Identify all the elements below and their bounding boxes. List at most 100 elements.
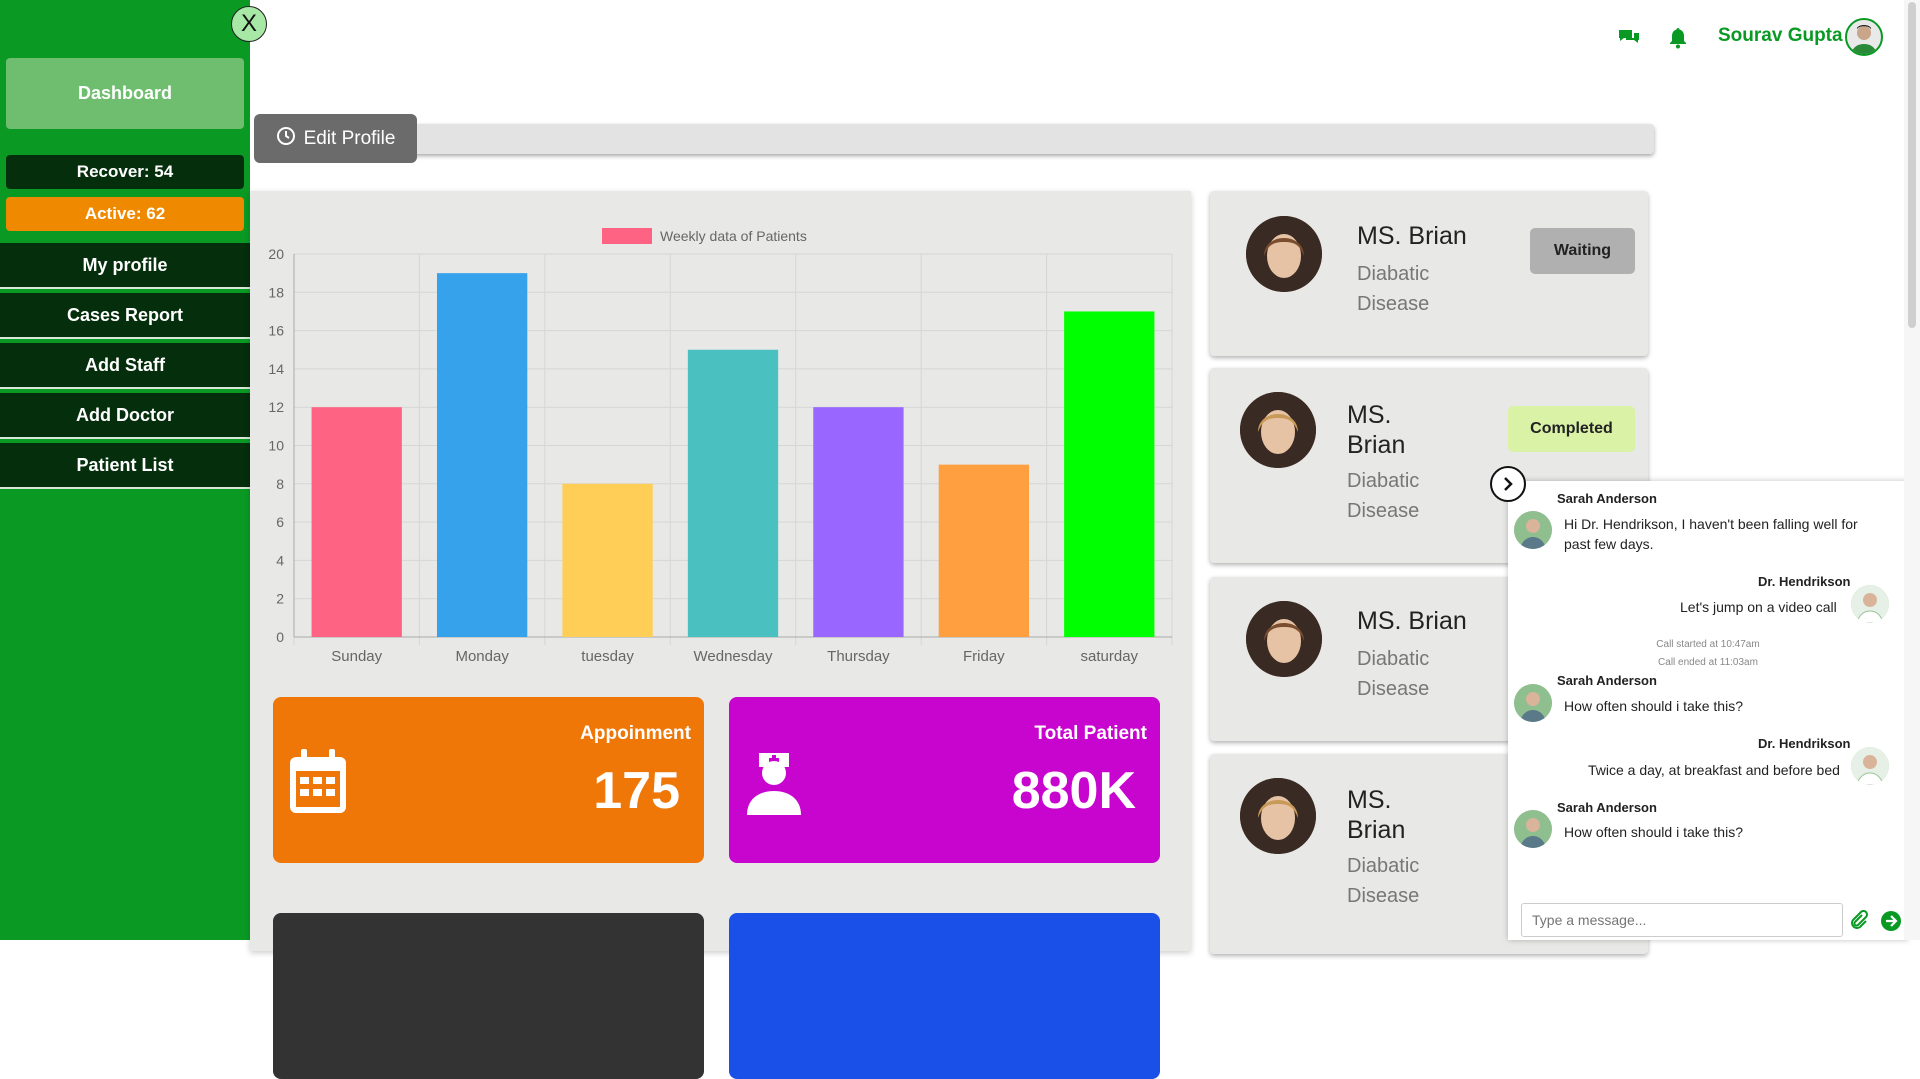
y-tick-label: 8 (276, 476, 284, 492)
sidebar: Dashboard Recover: 54 Active: 62 My prof… (0, 0, 250, 940)
x-tick-label: Monday (455, 648, 509, 665)
sidebar-item-patient-list[interactable]: Patient List (0, 443, 250, 489)
close-sidebar-button[interactable]: X (231, 6, 267, 42)
patient-name-line1: MS. (1347, 786, 1392, 814)
x-tick-label: saturday (1081, 648, 1139, 665)
patient-disease-line1: Diabatic (1347, 855, 1420, 877)
message-text: past few days. (1564, 536, 1654, 552)
doctor-avatar (1851, 747, 1889, 785)
message-text: How often should i take this? (1564, 824, 1743, 840)
progress-track (258, 124, 1654, 154)
patient-disease-line1: Diabatic (1347, 470, 1420, 492)
message-sender: Sarah Anderson (1557, 673, 1657, 688)
y-tick-label: 18 (268, 284, 284, 300)
y-tick-label: 16 (268, 323, 284, 339)
message-sender: Sarah Anderson (1557, 800, 1657, 815)
chevron-right-icon[interactable] (1490, 466, 1526, 502)
patient-name-line1: MS. (1347, 401, 1392, 429)
patient-photo (1240, 392, 1316, 468)
bar-chart: Weekly data of Patients 0 2 4 6 8 10 12 14 16 18 20… (268, 228, 1173, 665)
patient-photo (1246, 216, 1322, 292)
y-tick-label: 20 (268, 246, 284, 262)
user-name[interactable]: Sourav Gupta (1718, 25, 1843, 47)
paperclip-icon[interactable] (1849, 909, 1869, 935)
patient-card[interactable]: MS. Brian Diabatic Disease Waiting (1210, 191, 1648, 356)
sidebar-item-add-staff[interactable]: Add Staff (0, 343, 250, 389)
card-value: 175 (593, 762, 680, 820)
x-tick-label: Sunday (331, 648, 382, 665)
x-tick-label: tuesday (581, 648, 634, 665)
message-text: Let's jump on a video call (1680, 599, 1837, 615)
message-text: Twice a day, at breakfast and before bed (1588, 762, 1840, 778)
appointment-card[interactable]: Appoinment 175 (273, 697, 704, 863)
patient-disease-line2: Disease (1347, 885, 1420, 907)
send-icon[interactable] (1880, 910, 1902, 937)
y-tick-label: 4 (276, 552, 284, 568)
card-title: Total Patient (1034, 723, 1147, 744)
recover-stat: Recover: 54 (6, 155, 244, 189)
message-input[interactable] (1521, 903, 1843, 937)
chat-icon[interactable] (1617, 26, 1641, 50)
blue-card[interactable] (729, 913, 1160, 1079)
bar-sunday (311, 407, 402, 637)
patient-name-line2: Brian (1347, 431, 1406, 459)
patient-name-line2: Brian (1347, 816, 1406, 844)
x-tick-label: Wednesday (694, 648, 773, 665)
call-started-note: Call started at 10:47am (1656, 639, 1760, 650)
y-tick-label: 10 (268, 438, 284, 454)
bar-monday (436, 273, 528, 637)
bar-friday (938, 464, 1030, 637)
message-sender: Sarah Anderson (1557, 491, 1657, 506)
patient-disease-line1: Diabatic (1357, 263, 1430, 285)
clock-icon (276, 126, 296, 152)
scrollbar-thumb[interactable] (1908, 2, 1916, 328)
x-tick-label: Thursday (827, 648, 890, 665)
edit-profile-label: Edit Profile (303, 127, 396, 149)
calendar-icon (287, 747, 349, 822)
active-stat: Active: 62 (6, 197, 244, 231)
bell-icon[interactable] (1666, 26, 1690, 50)
bar-wednesday (687, 349, 779, 637)
patient-disease-line2: Disease (1357, 293, 1430, 315)
patient-disease-line1: Diabatic (1357, 648, 1430, 670)
legend-swatch (602, 228, 652, 244)
nurse-icon (743, 747, 805, 822)
x-tick-label: Friday (963, 648, 1005, 665)
total-patient-card[interactable]: Total Patient 880K (729, 697, 1160, 863)
y-tick-label: 2 (276, 591, 284, 607)
bar-tuesday (562, 483, 653, 637)
y-tick-label: 6 (276, 514, 284, 530)
avatar[interactable] (1845, 18, 1883, 56)
patient-name: MS. Brian (1357, 222, 1467, 250)
message-text: How often should i take this? (1564, 698, 1743, 714)
patient-photo (1246, 601, 1322, 677)
patient-photo (1240, 778, 1316, 854)
sidebar-item-my-profile[interactable]: My profile (0, 243, 250, 289)
patient-disease-line2: Disease (1357, 678, 1430, 700)
status-badge: Waiting (1530, 228, 1635, 274)
message-text: Hi Dr. Hendrikson, I haven't been fallin… (1564, 516, 1858, 532)
card-value: 880K (1011, 762, 1136, 820)
y-tick-label: 0 (276, 629, 284, 645)
patient-avatar (1514, 511, 1552, 549)
dark-card[interactable] (273, 913, 704, 1079)
dashboard-button[interactable]: Dashboard (6, 58, 244, 129)
status-badge: Completed (1508, 406, 1635, 452)
card-title: Appoinment (580, 723, 691, 744)
bar-saturday (1064, 311, 1155, 637)
call-ended-note: Call ended at 11:03am (1658, 657, 1758, 668)
chart-panel: Weekly data of Patients 0 2 4 6 8 10 12 14 16 18 20… (250, 191, 1191, 1079)
message-sender: Dr. Hendrikson (1758, 736, 1851, 751)
y-tick-label: 14 (268, 361, 284, 377)
patient-avatar (1514, 684, 1552, 722)
patient-name: MS. Brian (1357, 607, 1467, 635)
bar-thursday (813, 407, 904, 637)
doctor-avatar (1851, 585, 1889, 623)
sidebar-item-cases-report[interactable]: Cases Report (0, 293, 250, 339)
message-sender: Dr. Hendrikson (1758, 574, 1851, 589)
legend-label: Weekly data of Patients (660, 228, 807, 244)
edit-profile-button[interactable]: Edit Profile (254, 114, 417, 163)
y-tick-label: 12 (268, 399, 284, 415)
sidebar-item-add-doctor[interactable]: Add Doctor (0, 393, 250, 439)
patient-avatar (1514, 810, 1552, 848)
